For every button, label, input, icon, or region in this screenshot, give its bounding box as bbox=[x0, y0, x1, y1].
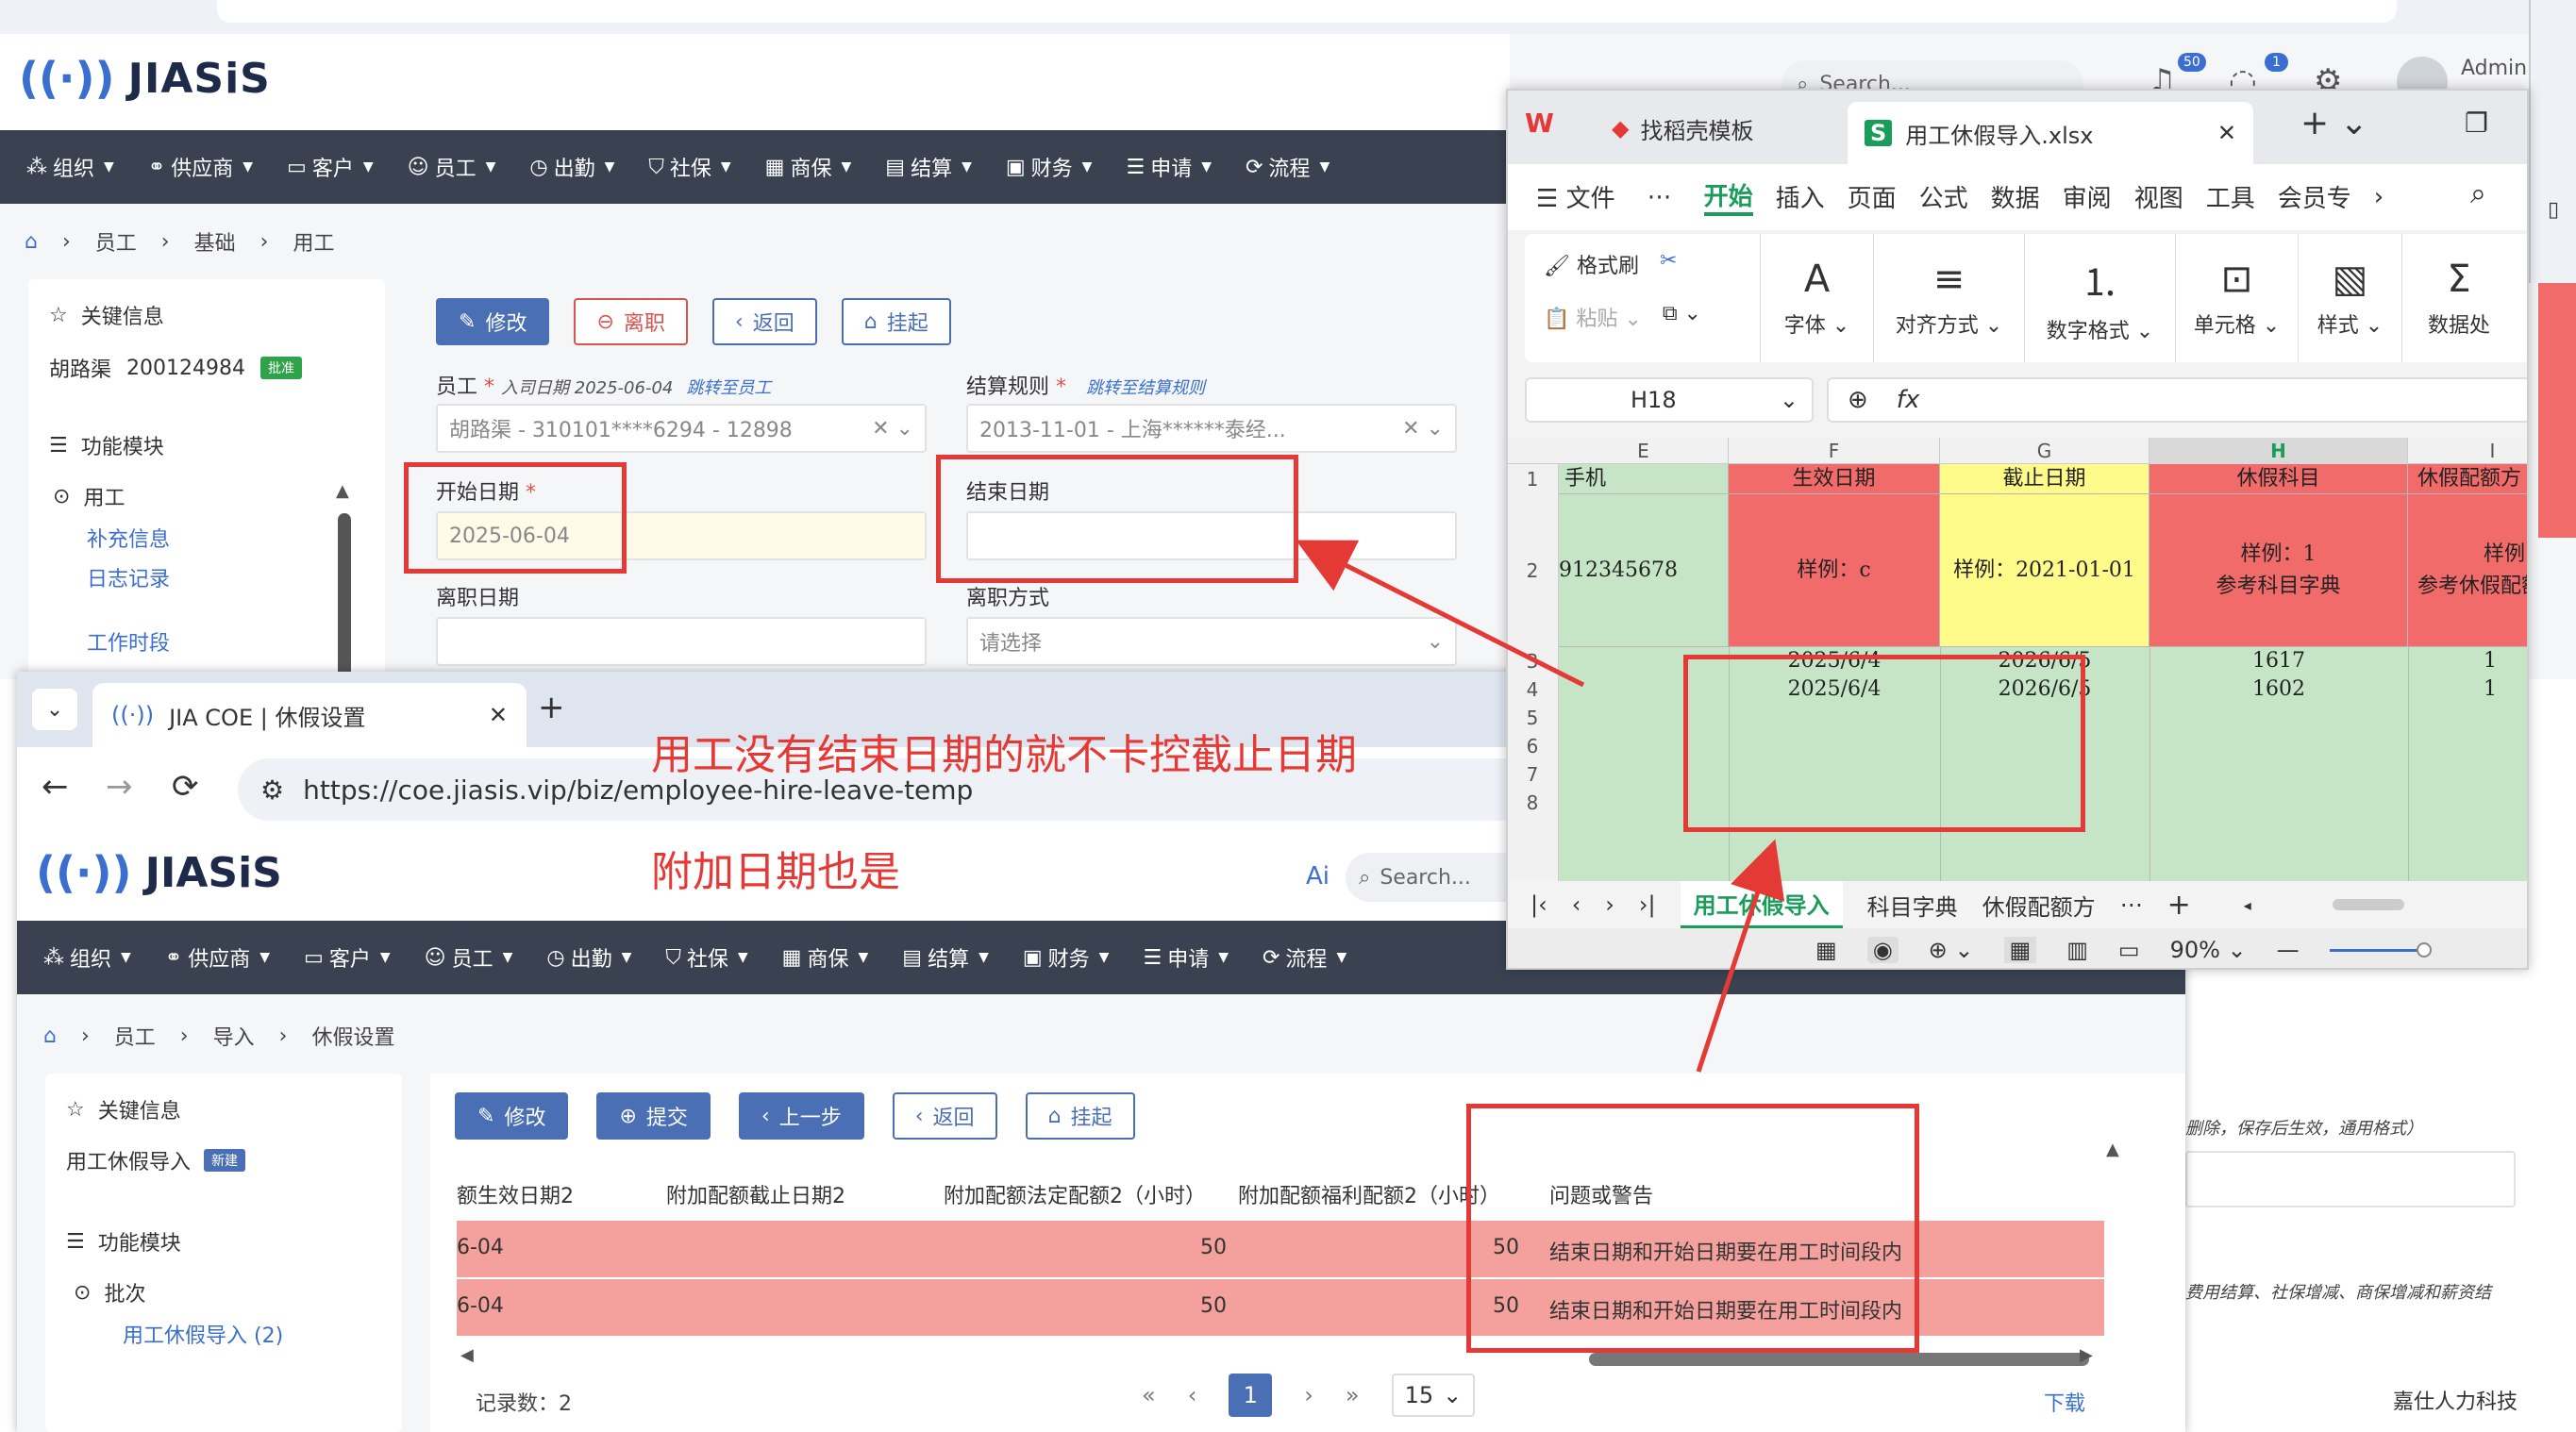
arrow-to-excel-dates bbox=[1696, 839, 1785, 1073]
annotation-arrows bbox=[1296, 540, 1785, 1073]
arrow-to-end-date bbox=[1296, 540, 1585, 688]
